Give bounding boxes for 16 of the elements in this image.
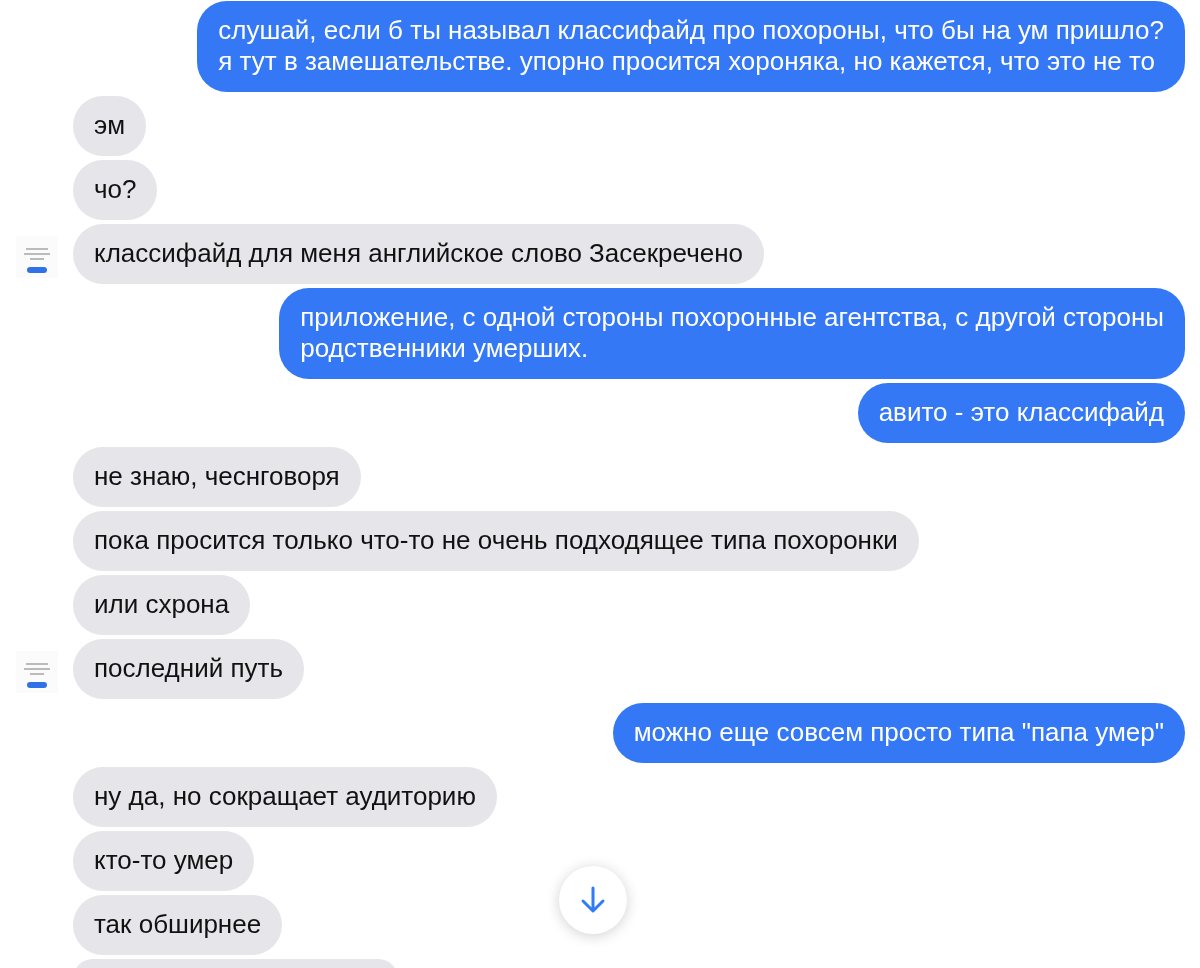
scroll-down-button[interactable] [559, 866, 627, 934]
message-bubble: эм [73, 96, 147, 156]
message-bubble: пока просится только что-то не очень подходящее типа похоронки [73, 511, 919, 571]
message-bubble: кто-то умер [73, 831, 255, 891]
message-bubble: последний путь [73, 639, 304, 699]
message-bubble: не знаю, чеснговоря [73, 447, 361, 507]
message-bubble: так обширнее [73, 895, 283, 955]
message-bubble: можно еще совсем просто типа "папа умер" [612, 703, 1185, 763]
message-bubble: приложение, с одной стороны похоронные агентства, с другой стороны родственники умерших. [279, 288, 1185, 379]
message-bubble: слушай, если б ты называл классифайд про похороны, что бы на ум пришло? я тут в замешательстве. упорно просится хороняка, но кажется, что это не то [197, 1, 1185, 92]
message-bubble: авито - это классифайд [857, 383, 1185, 443]
message-bubble: или схрона [73, 575, 251, 635]
down-arrow-icon [579, 885, 607, 915]
message-bubble: классифайд для меня английское слово Засекречено [73, 224, 764, 284]
message-bubble: ну да, но сокращает аудиторию [73, 767, 497, 827]
message-bubble: чо? [73, 160, 158, 220]
